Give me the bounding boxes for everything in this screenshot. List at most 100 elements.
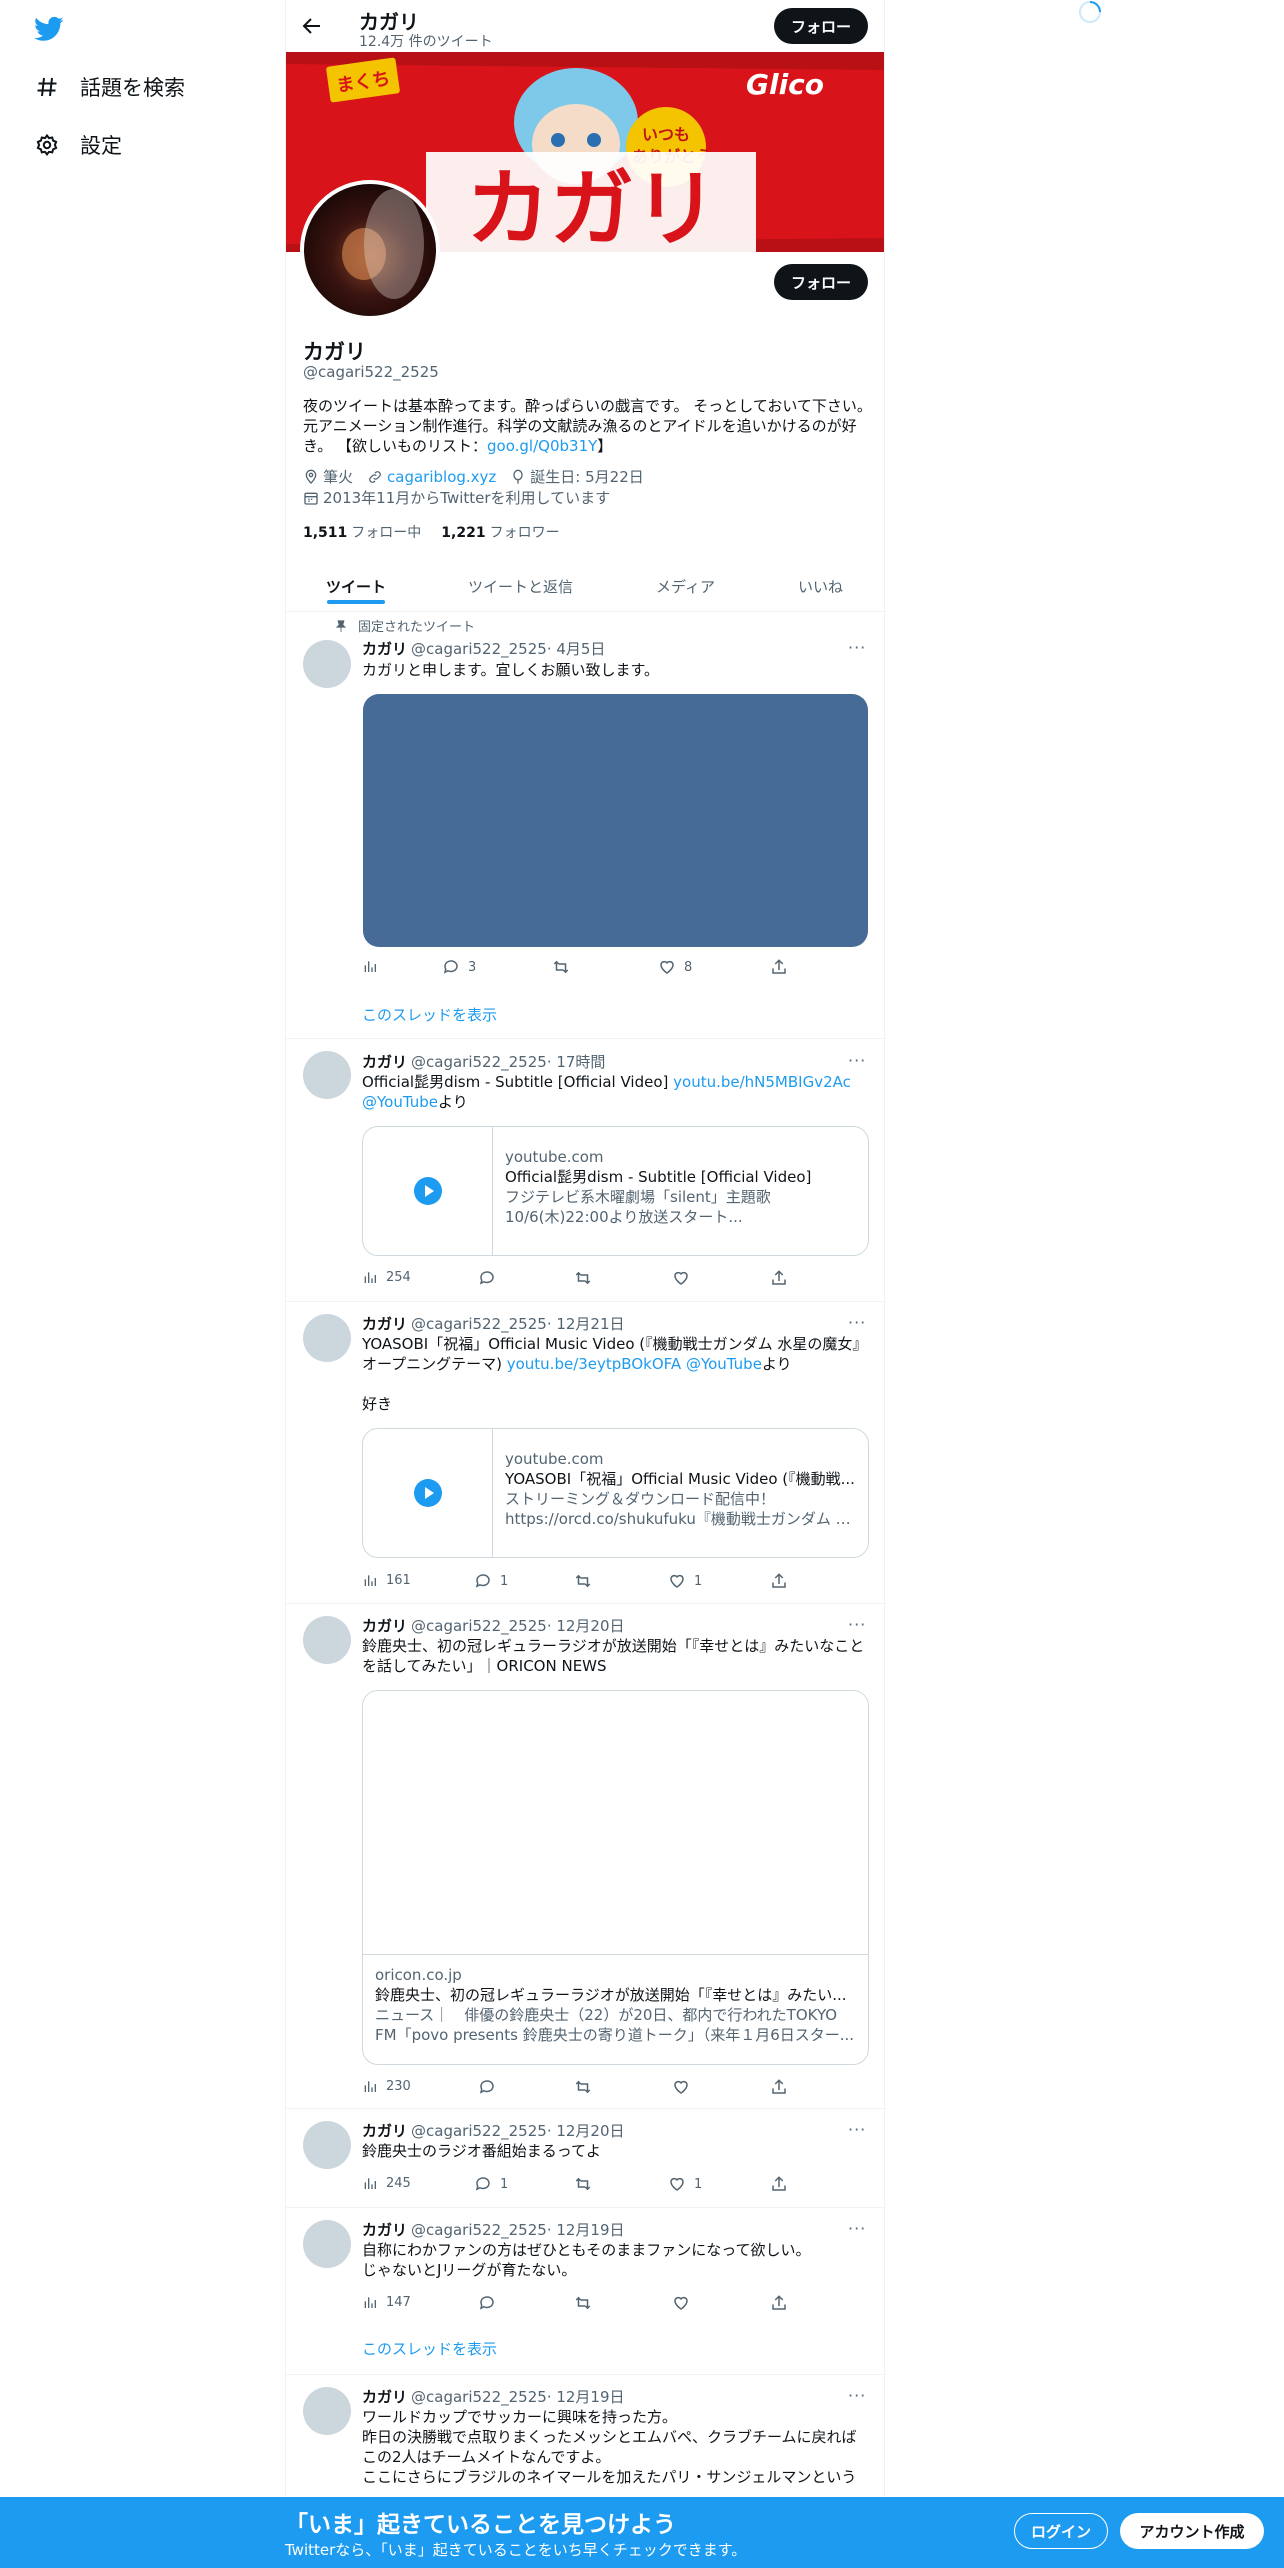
share-icon [772,959,786,974]
link-card[interactable]: youtube.com YOASOBI「祝福」Official Music Vi… [362,1428,869,1558]
tweet-header: カガリ @cagari522_2525· 12月19日 [362,2221,625,2239]
tweet-item[interactable]: カガリ @cagari522_2525· 12月20日 ··· 鈴鹿央士、初の冠レ… [286,1604,884,2109]
tweet-avatar[interactable] [303,1314,351,1362]
reply-icon [443,960,458,974]
views-action[interactable]: 254 [362,1269,411,1285]
reply-icon [475,2177,490,2191]
link-card[interactable]: oricon.co.jp 鈴鹿央士、初の冠レギュラーラジオが放送開始「『幸せとは… [362,1690,869,2065]
more-options-icon[interactable]: ··· [848,2120,868,2139]
tweet-avatar[interactable] [303,640,351,688]
birthday-text: 誕生日: 5月22日 [530,468,644,486]
more-options-icon[interactable]: ··· [848,2219,868,2238]
like-action[interactable]: 1 [668,2175,702,2193]
share-action[interactable] [770,1269,796,1287]
reply-action[interactable] [478,2294,504,2312]
signup-subtext: Twitterなら、「いま」起きていることをいち早くチェックできます。 [285,2541,747,2559]
retweet-action[interactable] [574,2175,600,2193]
like-action[interactable] [672,2078,698,2096]
share-action[interactable] [770,2078,796,2096]
tweet-actions: 3 8 [362,958,792,978]
hashtag-icon [34,74,60,100]
header-follow-button[interactable]: フォロー [774,8,868,44]
twitter-logo-icon[interactable] [32,14,66,44]
signup-button[interactable]: アカウント作成 [1120,2513,1264,2549]
views-action[interactable]: 161 [362,1572,411,1588]
retweet-action[interactable] [552,958,578,976]
tweet-avatar[interactable] [303,1616,351,1664]
more-options-icon[interactable]: ··· [848,1615,868,1634]
share-action[interactable] [770,2294,796,2312]
heart-icon [674,1271,688,1285]
tweet-link[interactable]: youtu.be/3eytpBOkOFA [507,1355,681,1373]
website-link[interactable]: cagariblog.xyz [387,468,496,486]
share-action[interactable] [770,1572,796,1590]
views-action[interactable] [362,958,386,974]
tweet-mention[interactable]: @YouTube [686,1355,762,1373]
retweet-action[interactable] [574,2078,600,2096]
joined-item: 2013年11月からTwitterを利用しています [303,487,610,508]
reply-action[interactable] [478,2078,504,2096]
tweet-avatar[interactable] [303,2387,351,2435]
more-options-icon[interactable]: ··· [848,638,868,657]
reply-action[interactable]: 1 [474,1572,508,1590]
tab-tweets[interactable]: ツイート [326,560,386,612]
analytics-icon [364,961,376,972]
tab-tweets-replies[interactable]: ツイートと返信 [468,560,573,612]
link-card[interactable]: youtube.com Official髭男dism - Subtitle [O… [362,1126,869,1256]
followers-stat[interactable]: 1,221 フォロワー [441,522,559,542]
views-action[interactable]: 245 [362,2175,411,2191]
reply-action[interactable]: 3 [442,958,476,976]
views-action[interactable]: 147 [362,2294,411,2310]
tab-likes[interactable]: いいね [798,560,843,612]
retweet-action[interactable] [574,1269,600,1287]
reply-action[interactable] [478,1269,504,1287]
retweet-action[interactable] [574,1572,600,1590]
tweet-avatar[interactable] [303,2121,351,2169]
share-icon [772,2176,786,2191]
banner-thanks-1: いつも [642,125,690,144]
like-action[interactable]: 1 [668,1572,702,1590]
tweet-item[interactable]: カガリ @cagari522_2525· 17時間 ··· Official髭男d… [286,1039,884,1302]
like-action[interactable] [672,2294,698,2312]
tweet-item[interactable]: カガリ @cagari522_2525· 12月19日 ··· 自称にわかファンの… [286,2208,884,2375]
more-options-icon[interactable]: ··· [848,1051,868,1070]
like-action[interactable] [672,1269,698,1287]
views-action[interactable]: 230 [362,2078,411,2094]
analytics-icon [364,2081,376,2092]
profile-avatar[interactable] [300,180,440,320]
nav-explore[interactable]: 話題を検索 [34,67,185,107]
profile-follow-button[interactable]: フォロー [774,264,868,300]
reply-action[interactable]: 1 [474,2175,508,2193]
share-action[interactable] [770,2175,796,2193]
tweet-header: カガリ @cagari522_2525· 12月20日 [362,2122,625,2140]
following-stat[interactable]: 1,511 フォロー中 [303,522,421,542]
login-button[interactable]: ログイン [1014,2513,1108,2549]
tweet-link[interactable]: youtu.be/hN5MBIGv2Ac [673,1073,851,1091]
show-thread-link[interactable]: このスレッドを表示 [362,2338,497,2359]
share-action[interactable] [770,958,796,976]
heart-icon [674,2296,688,2310]
back-arrow-icon[interactable] [300,14,324,38]
tweet-avatar[interactable] [303,1051,351,1099]
bio-link[interactable]: goo.gl/Q0b31Y [487,437,597,455]
retweet-action[interactable] [574,2294,600,2312]
tweet-mention[interactable]: @YouTube [362,1093,438,1111]
more-options-icon[interactable]: ··· [848,2386,868,2405]
tweet-item[interactable]: カガリ @cagari522_2525· 12月21日 ··· YOASOBI「祝… [286,1302,884,1604]
tab-media[interactable]: メディア [656,560,715,612]
tweet-avatar[interactable] [303,2220,351,2268]
tweet-media[interactable] [363,694,868,947]
location-item: 筆火 [303,466,353,487]
retweet-icon [575,2080,591,2094]
more-options-icon[interactable]: ··· [848,1313,868,1332]
website-item[interactable]: cagariblog.xyz [367,468,496,486]
share-icon [772,1270,786,1285]
show-thread-link[interactable]: このスレッドを表示 [362,1004,497,1025]
balloon-icon [513,469,523,484]
tweet-item[interactable]: カガリ @cagari522_2525· 4月5日 ··· カガリと申します。宜し… [286,612,884,1039]
nav-settings[interactable]: 設定 [34,125,122,165]
profile-header-bar: カガリ 12.4万 件のツイート フォロー [286,0,884,52]
tweet-item[interactable]: カガリ @cagari522_2525· 12月20日 ··· 鈴鹿央士のラジオ番… [286,2109,884,2208]
card-domain: youtube.com [505,1148,604,1166]
like-action[interactable]: 8 [658,958,692,976]
